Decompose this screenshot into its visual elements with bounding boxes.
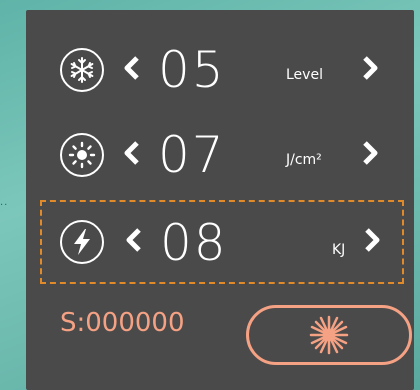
energy-density-value: 07 (158, 126, 226, 184)
energy-density-row: 07 J/cm² (40, 120, 400, 190)
lightning-icon (60, 220, 104, 264)
decrease-energy-density-button[interactable] (118, 135, 144, 171)
level-value: 05 (158, 41, 226, 99)
energy-row: 08 KJ (40, 200, 404, 284)
increase-energy-density-button[interactable] (358, 135, 384, 171)
laser-fire-button[interactable] (246, 305, 412, 365)
sun-icon (60, 133, 104, 177)
background-decoration: ·· (0, 200, 9, 211)
snowflake-icon (60, 48, 104, 92)
level-unit: Level (286, 67, 323, 83)
laser-burst-icon (309, 315, 349, 355)
level-row: 05 Level (40, 35, 400, 105)
control-panel: 05 Level 07 J/cm² 08 KJ S:000000 (26, 10, 414, 390)
decrease-level-button[interactable] (118, 50, 144, 86)
decrease-energy-button[interactable] (120, 222, 146, 258)
energy-unit: KJ (332, 242, 346, 258)
increase-energy-button[interactable] (360, 222, 386, 258)
energy-density-unit: J/cm² (286, 152, 322, 168)
increase-level-button[interactable] (358, 50, 384, 86)
shot-counter: S:000000 (60, 308, 185, 338)
energy-value: 08 (160, 214, 228, 272)
